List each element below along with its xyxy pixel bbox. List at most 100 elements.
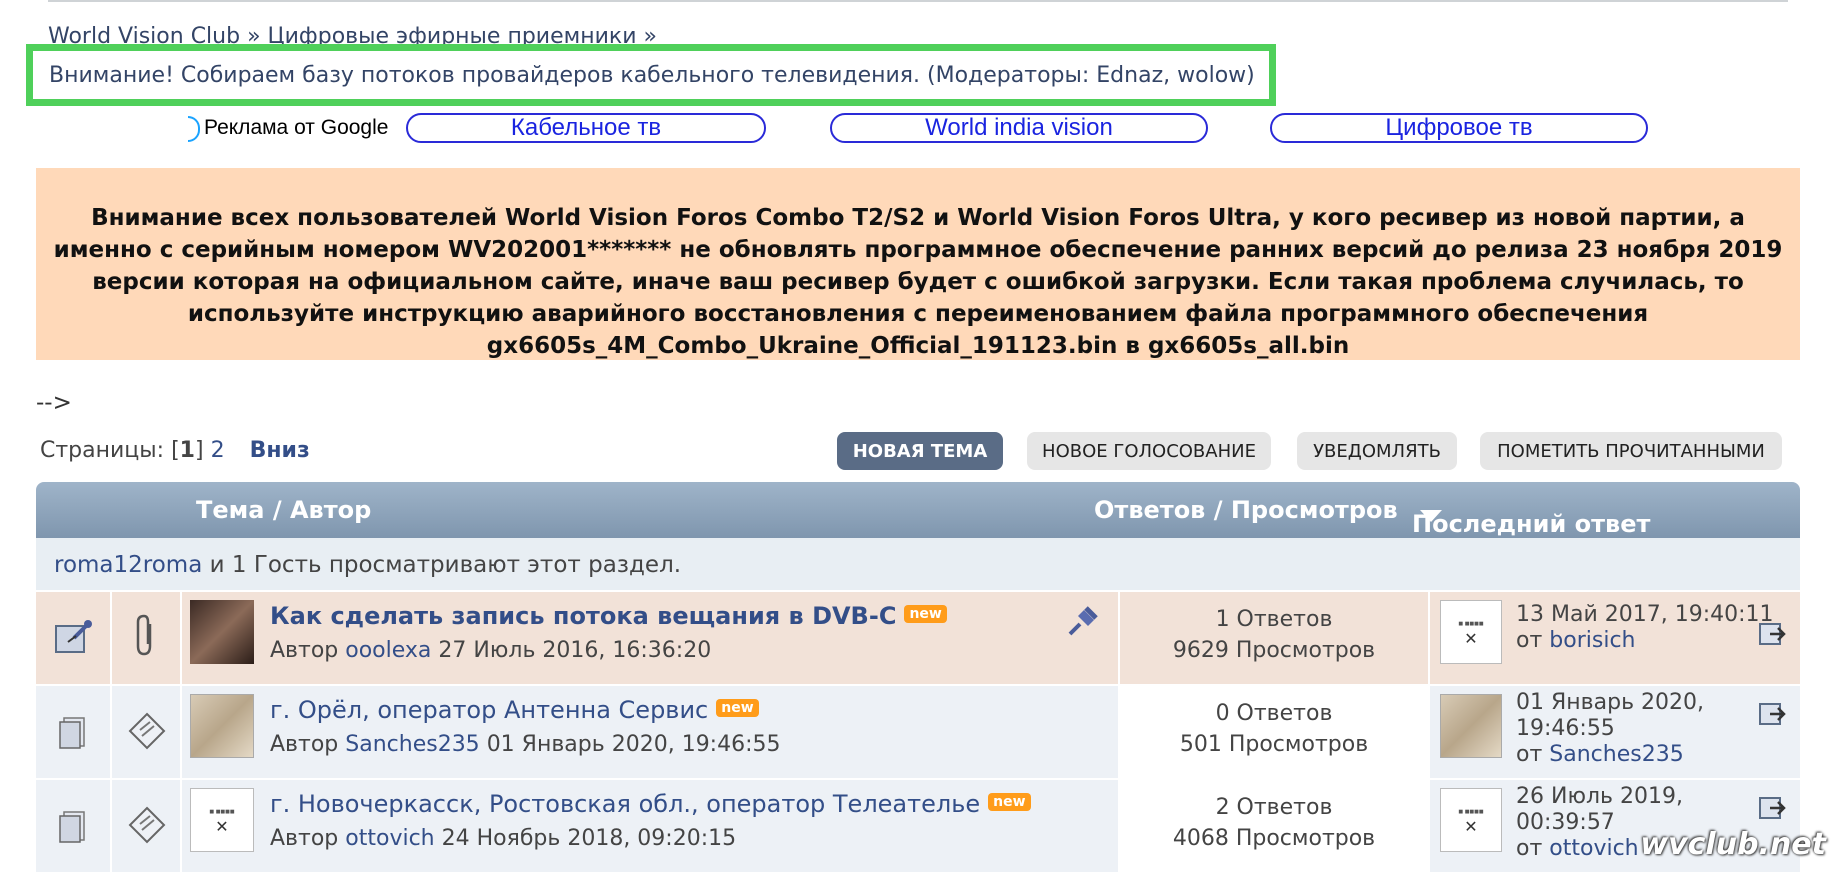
col-last-reply-label: Последний ответ: [1412, 510, 1651, 538]
pagination-page-2[interactable]: 2: [211, 438, 225, 463]
topic-icon: [59, 717, 85, 749]
notice-text: Внимание! Собираем базу потоков провайде…: [49, 62, 921, 88]
topic-row: г. Орёл, оператор Антенна Сервис new Авто…: [36, 686, 1800, 778]
ad-link-cable-tv[interactable]: Кабельное тв: [406, 113, 766, 143]
go-to-last-post-icon[interactable]: [1758, 794, 1788, 822]
col-replies-views[interactable]: Ответов / Просмотров: [1094, 496, 1398, 524]
viewing-user-link[interactable]: roma12roma: [54, 552, 202, 578]
topic-stats-cell: 1 Ответов 9629 Просмотров: [1120, 592, 1428, 684]
topic-status-cell: [36, 592, 110, 684]
topic-type-cell: [112, 592, 180, 684]
topic-author-line: Автор ottovich 24 Ноябрь 2018, 09:20:15: [270, 826, 736, 851]
last-poster-avatar[interactable]: ■ ■■■■ ✕: [1440, 600, 1502, 664]
new-badge[interactable]: new: [988, 793, 1031, 811]
views-count: 9629 Просмотров: [1172, 638, 1376, 663]
last-poster-avatar[interactable]: ■ ■■■■ ✕: [1440, 788, 1502, 852]
last-reply-by-prefix: от: [1516, 628, 1543, 653]
author-link[interactable]: Sanches235: [345, 732, 479, 757]
last-reply-date: 01 Январь 2020,: [1516, 690, 1705, 715]
author-avatar[interactable]: [190, 694, 254, 758]
topic-title-wrap: Как сделать запись потока вещания в DVB-…: [270, 602, 947, 630]
notify-button[interactable]: УВЕДОМЛЯТЬ: [1297, 432, 1457, 470]
new-badge[interactable]: new: [904, 605, 947, 623]
topic-main-cell: Как сделать запись потока вещания в DVB-…: [182, 592, 1118, 684]
google-ads-bar: Реклама от Google Кабельное тв World ind…: [188, 110, 1648, 146]
last-reply-info: 13 Май 2017, 19:40:11 от borisich: [1516, 602, 1774, 654]
author-link[interactable]: ooolexa: [345, 638, 431, 663]
topic-title-link[interactable]: Как сделать запись потока вещания в DVB-…: [270, 602, 896, 630]
topic-type-cell: [112, 780, 180, 872]
normal-topic-icon: [128, 712, 166, 750]
ad-link-world-india-vision[interactable]: World india vision: [830, 113, 1208, 143]
last-reply-date: 13 Май 2017, 19:40:11: [1516, 602, 1774, 627]
pagination-label: Страницы:: [40, 438, 165, 463]
author-prefix: Автор: [270, 826, 339, 851]
topic-stats: 2 Ответов 4068 Просмотров: [1120, 792, 1428, 854]
new-topic-button[interactable]: НОВАЯ ТЕМА: [837, 432, 1003, 470]
topic-type-cell: [112, 686, 180, 778]
moderator-link-wolow[interactable]: wolow: [1177, 63, 1246, 88]
new-poll-button[interactable]: НОВОЕ ГОЛОСОВАНИЕ: [1027, 432, 1271, 470]
author-avatar[interactable]: ■ ■■■■ ✕: [190, 788, 254, 852]
viewing-rest-text: и 1 Гость просматривают этот раздел.: [209, 552, 682, 578]
replies-count: 1 Ответов: [1215, 607, 1333, 632]
last-reply-user-link[interactable]: borisich: [1549, 628, 1635, 653]
topic-title-wrap: г. Новочеркасск, Ростовская обл., операт…: [270, 790, 1031, 818]
topic-author-line: Автор ooolexa 27 Июль 2016, 16:36:20: [270, 638, 711, 663]
author-avatar[interactable]: [190, 600, 254, 664]
sort-desc-icon[interactable]: [1420, 510, 1442, 522]
new-badge[interactable]: new: [716, 699, 759, 717]
topic-stats: 1 Ответов 9629 Просмотров: [1120, 604, 1428, 666]
last-reply-cell: 01 Январь 2020, 19:46:55 от Sanches235: [1430, 686, 1800, 778]
mark-read-button[interactable]: ПОМЕТИТЬ ПРОЧИТАННЫМИ: [1480, 432, 1782, 470]
ad-choices-icon[interactable]: [188, 116, 200, 142]
topic-author-line: Автор Sanches235 01 Январь 2020, 19:46:5…: [270, 732, 781, 757]
topics-table-header: Тема / Автор Ответов / Просмотров Послед…: [36, 482, 1800, 538]
pagination-close-bracket: ]: [194, 438, 204, 463]
broken-image-icon: ✕: [1464, 817, 1478, 836]
col-topic-author[interactable]: Тема / Автор: [196, 496, 371, 524]
site-watermark: wvclub.net: [1640, 827, 1826, 862]
ad-link-digital-tv[interactable]: Цифровое тв: [1270, 113, 1648, 143]
avatar-placeholder-icon: ■ ■■■■: [1458, 621, 1484, 627]
topic-title-wrap: г. Орёл, оператор Антенна Сервис new: [270, 696, 759, 724]
topic-status-cell: [36, 686, 110, 778]
topic-row: Как сделать запись потока вещания в DVB-…: [36, 592, 1800, 684]
avatar-placeholder-icon: ■ ■■■■: [209, 809, 235, 815]
last-reply-time: 19:46:55: [1516, 716, 1615, 741]
last-reply-user-link[interactable]: Sanches235: [1549, 742, 1683, 767]
last-reply-date: 26 Июль 2019,: [1516, 784, 1683, 809]
normal-topic-icon: [128, 806, 166, 844]
last-reply-cell: ■ ■■■■ ✕ 13 Май 2017, 19:40:11 от borisi…: [1430, 592, 1800, 684]
pin-icon: [1068, 606, 1098, 636]
topic-stats-cell: 2 Ответов 4068 Просмотров: [1120, 780, 1428, 872]
pagination-current-page: 1: [179, 438, 195, 463]
broken-image-icon: ✕: [1464, 629, 1478, 648]
last-reply-by-prefix: от: [1516, 836, 1543, 861]
replies-count: 0 Ответов: [1215, 701, 1333, 726]
go-to-last-post-icon[interactable]: [1758, 700, 1788, 728]
moderators-prefix: (Модераторы:: [927, 62, 1090, 88]
go-down-link[interactable]: Вниз: [250, 438, 310, 463]
topic-date: 27 Июль 2016, 16:36:20: [438, 638, 712, 663]
views-count: 501 Просмотров: [1179, 732, 1369, 757]
sticky-topic-icon: [55, 620, 92, 653]
topic-main-cell: ■ ■■■■ ✕ г. Новочеркасск, Ростовская обл…: [182, 780, 1118, 872]
topic-date: 24 Ноябрь 2018, 09:20:15: [441, 826, 737, 851]
ads-label: Реклама от Google: [204, 116, 389, 139]
author-prefix: Автор: [270, 638, 339, 663]
topic-title-link[interactable]: г. Новочеркасск, Ростовская обл., операт…: [270, 790, 980, 818]
go-to-last-post-icon[interactable]: [1758, 620, 1788, 648]
last-reply-user-link[interactable]: ottovich: [1549, 836, 1638, 861]
broken-image-icon: ✕: [215, 817, 229, 836]
avatar-placeholder-icon: ■ ■■■■: [1458, 809, 1484, 815]
topic-title-link[interactable]: г. Орёл, оператор Антенна Сервис: [270, 696, 708, 724]
stray-comment-text: -->: [36, 390, 72, 416]
pagination-open-bracket: [: [171, 438, 180, 463]
last-reply-by-prefix: от: [1516, 742, 1543, 767]
replies-count: 2 Ответов: [1215, 795, 1333, 820]
viewing-users-bar: roma12roma и 1 Гость просматривают этот …: [36, 538, 1800, 590]
moderator-link-ednaz[interactable]: Ednaz: [1096, 63, 1163, 88]
author-link[interactable]: ottovich: [345, 826, 434, 851]
last-poster-avatar[interactable]: [1440, 694, 1502, 758]
